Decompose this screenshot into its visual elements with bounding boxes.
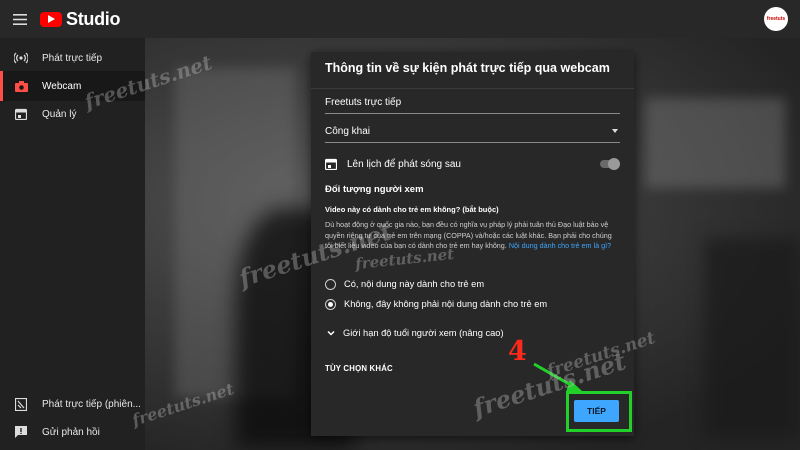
calendar-icon bbox=[14, 107, 28, 121]
live-broadcast-icon bbox=[14, 51, 28, 65]
sidebar-item-label: Phát trực tiếp bbox=[42, 52, 103, 64]
age-restriction-expander[interactable]: Giới hạn độ tuổi người xem (nâng cao) bbox=[327, 328, 504, 338]
sidebar-item-label: Phát trực tiếp (phiên... bbox=[42, 398, 141, 410]
chevron-down-icon bbox=[327, 329, 335, 337]
schedule-toggle[interactable] bbox=[598, 158, 620, 170]
top-app-bar: Studio freetuts bbox=[0, 0, 800, 38]
radio-label: Không, đây không phải nội dung dành cho … bbox=[344, 299, 548, 309]
hamburger-menu-icon[interactable] bbox=[0, 0, 40, 38]
sidebar-item-label: Webcam bbox=[42, 80, 82, 92]
kids-content-link[interactable]: Nội dung dành cho trẻ em là gì? bbox=[509, 241, 611, 250]
audience-heading: Đối tượng người xem bbox=[325, 184, 424, 195]
preview-blur-region bbox=[645, 98, 785, 188]
radio-button[interactable] bbox=[325, 298, 336, 310]
advanced-label: Giới hạn độ tuổi người xem (nâng cao) bbox=[343, 328, 504, 338]
radio-label: Có, nội dung này dành cho trẻ em bbox=[344, 279, 485, 289]
camera-icon bbox=[14, 79, 28, 93]
radio-button[interactable] bbox=[325, 278, 336, 290]
sidebar-item-label: Gửi phản hồi bbox=[42, 426, 100, 438]
calendar-icon bbox=[324, 158, 338, 171]
radio-dot bbox=[328, 301, 333, 307]
radio-made-for-kids[interactable]: Có, nội dung này dành cho trẻ em bbox=[325, 277, 620, 291]
kids-question: Video này có dành cho trẻ em không? (bắt… bbox=[325, 205, 499, 214]
privacy-value: Công khai bbox=[325, 126, 371, 137]
schedule-row: Lên lịch để phát sóng sau bbox=[324, 156, 620, 172]
live-version-icon bbox=[14, 397, 28, 411]
stream-title-field[interactable]: Freetuts trực tiếp bbox=[325, 92, 620, 114]
sidebar-item-feedback[interactable]: Gửi phản hồi bbox=[0, 417, 145, 447]
radio-not-for-kids[interactable]: Không, đây không phải nội dung dành cho … bbox=[325, 297, 620, 311]
avatar[interactable]: freetuts bbox=[764, 7, 788, 31]
sidebar-item-webcam[interactable]: Webcam bbox=[0, 71, 145, 101]
youtube-play-icon bbox=[40, 11, 62, 27]
schedule-label: Lên lịch để phát sóng sau bbox=[347, 158, 461, 170]
kids-description: Dù hoạt động ở quốc gia nào, bạn đều có … bbox=[325, 220, 621, 252]
sidebar-item-live[interactable]: Phát trực tiếp bbox=[0, 43, 145, 73]
dialog-title: Thông tin về sự kiện phát trực tiếp qua … bbox=[325, 61, 610, 75]
youtube-studio-logo[interactable]: Studio bbox=[40, 9, 120, 30]
chevron-down-icon bbox=[612, 129, 618, 133]
sidebar-item-manage[interactable]: Quản lý bbox=[0, 99, 145, 129]
pointer-arrow-icon bbox=[533, 362, 582, 392]
app-name: Studio bbox=[66, 8, 121, 29]
divider bbox=[311, 88, 634, 89]
more-options-link[interactable]: TÙY CHỌN KHÁC bbox=[325, 364, 393, 373]
sidebar: Phát trực tiếp Webcam Quản lý Phát trực … bbox=[0, 38, 145, 450]
stream-title-value: Freetuts trực tiếp bbox=[325, 97, 402, 108]
avatar-text: freetuts bbox=[766, 16, 786, 22]
preview-blur-region bbox=[705, 238, 800, 438]
sidebar-item-label: Quản lý bbox=[42, 108, 77, 120]
privacy-select[interactable]: Công khai bbox=[325, 121, 620, 143]
feedback-icon bbox=[14, 425, 28, 439]
step-number: 4 bbox=[508, 336, 527, 367]
toggle-knob bbox=[608, 158, 620, 170]
sidebar-item-live-version[interactable]: Phát trực tiếp (phiên... bbox=[0, 389, 145, 419]
